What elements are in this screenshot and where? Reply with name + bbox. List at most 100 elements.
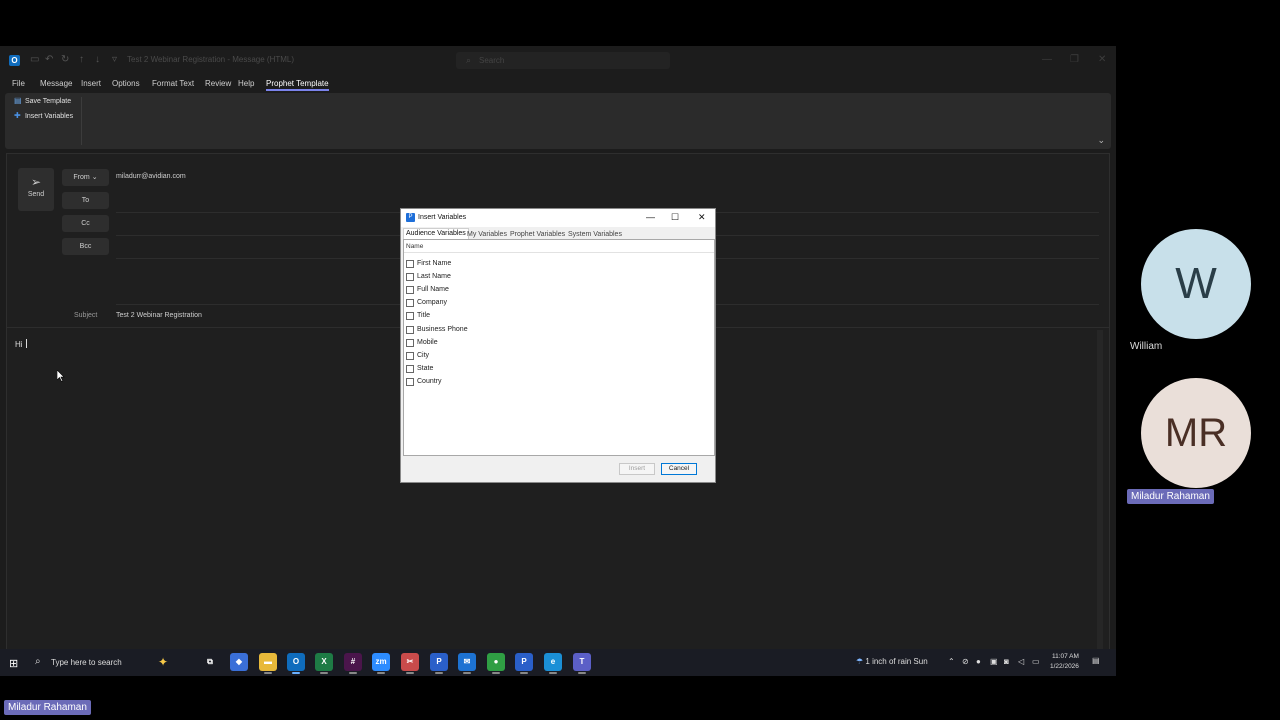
ribbon-collapse-icon[interactable]: ⌄	[1097, 135, 1105, 146]
menu-options[interactable]: Options	[112, 79, 140, 88]
save-template-icon: ▤	[14, 96, 22, 105]
notifications-icon[interactable]: ▤	[1092, 656, 1100, 665]
menu-review[interactable]: Review	[205, 79, 231, 88]
zoom-icon[interactable]: zm	[372, 653, 390, 674]
windows-start-icon[interactable]: ⊞	[9, 657, 18, 670]
scrollbar[interactable]	[1097, 330, 1103, 674]
checkbox[interactable]	[406, 325, 414, 334]
list-item[interactable]: Full Name	[406, 281, 449, 294]
save-icon[interactable]: ▭	[30, 54, 39, 65]
minimize-icon[interactable]: —	[1042, 54, 1052, 65]
close-icon[interactable]: ✕	[1098, 54, 1106, 65]
clock-date: 1/22/2026	[1050, 663, 1079, 670]
redo-icon[interactable]: ↻	[61, 54, 69, 65]
taskbar-search[interactable]: ⌕ Type here to search ✦	[30, 652, 188, 673]
participant-name-speaking: Miladur Rahaman	[1127, 489, 1214, 504]
rain-icon: ☂	[856, 657, 864, 666]
list-item[interactable]: State	[406, 360, 433, 373]
camera-icon[interactable]: ◙	[1004, 657, 1009, 666]
from-button[interactable]: From ⌄	[62, 169, 109, 186]
insert-variables-button[interactable]: ✚ Insert Variables	[14, 111, 73, 120]
search-placeholder: Search	[479, 56, 505, 65]
list-item[interactable]: Title	[406, 307, 430, 320]
checkbox[interactable]	[406, 298, 414, 307]
tab-audience-variables[interactable]: Audience Variables	[403, 228, 469, 239]
insert-variables-dialog: P Insert Variables — ☐ ✕ Audience Variab…	[400, 208, 716, 483]
from-label: From	[73, 174, 90, 181]
menu-prophet-template[interactable]: Prophet Template	[266, 79, 329, 91]
list-item[interactable]: Country	[406, 373, 442, 386]
dialog-maximize-icon[interactable]: ☐	[671, 212, 679, 223]
chevron-up-icon[interactable]: ⌃	[948, 657, 955, 666]
dialog-minimize-icon[interactable]: —	[646, 212, 655, 222]
system-clock[interactable]: 11:07 AM 1/22/2026	[1050, 652, 1079, 672]
message-body[interactable]: Hi	[15, 339, 27, 349]
checkbox[interactable]	[406, 377, 414, 386]
list-item[interactable]: Last Name	[406, 268, 451, 281]
menu-file[interactable]: File	[12, 79, 25, 88]
tab-my-variables[interactable]: My Variables	[465, 230, 509, 239]
list-item[interactable]: Mobile	[406, 334, 438, 347]
cc-button[interactable]: Cc	[62, 215, 109, 232]
to-button[interactable]: To	[62, 192, 109, 209]
microphone-icon[interactable]: ●	[976, 657, 981, 666]
save-template-button[interactable]: ▤ Save Template	[14, 96, 71, 105]
ribbon: ▤ Save Template ✚ Insert Variables ⌄	[5, 93, 1111, 149]
mouse-cursor-icon	[57, 370, 65, 382]
volume-icon[interactable]: ◁	[1018, 657, 1024, 666]
menu-format-text[interactable]: Format Text	[152, 79, 194, 88]
slack-icon[interactable]: #	[344, 653, 362, 674]
chrome-icon[interactable]: ●	[487, 653, 505, 674]
checkbox[interactable]	[406, 285, 414, 294]
insert-button[interactable]: Insert	[619, 463, 655, 475]
list-item[interactable]: First Name	[406, 255, 451, 268]
checkbox[interactable]	[406, 259, 414, 268]
excel-icon[interactable]: X	[315, 653, 333, 674]
list-item[interactable]: City	[406, 347, 429, 360]
checkbox[interactable]	[406, 351, 414, 360]
send-label: Send	[27, 191, 45, 198]
task-view-icon[interactable]: ⧉	[201, 653, 219, 671]
send-button[interactable]: ➢ Send	[18, 168, 54, 211]
list-item[interactable]: Business Phone	[406, 321, 468, 334]
undo-icon[interactable]: ↶	[45, 54, 53, 65]
menu-insert[interactable]: Insert	[81, 79, 101, 88]
menu-help[interactable]: Help	[238, 79, 254, 88]
weather-widget[interactable]: ☂ 1 inch of rain Sun	[856, 657, 928, 666]
keyboard-icon[interactable]: ▭	[1032, 657, 1040, 666]
customize-icon[interactable]: ▿	[112, 54, 117, 65]
up-icon[interactable]: ↑	[79, 54, 84, 65]
prophet-app-2-icon[interactable]: P	[515, 653, 533, 674]
outlook-new-icon[interactable]: ✉	[458, 653, 476, 674]
checkbox[interactable]	[406, 364, 414, 373]
subject-field[interactable]: Test 2 Webinar Registration	[116, 312, 202, 319]
list-item[interactable]: Company	[406, 294, 447, 307]
teams-icon[interactable]: T	[573, 653, 591, 674]
file-explorer-icon[interactable]: ▬	[259, 653, 277, 674]
checkbox[interactable]	[406, 311, 414, 320]
restore-icon[interactable]: ❐	[1070, 54, 1079, 65]
down-icon[interactable]: ↓	[95, 54, 100, 65]
cancel-button[interactable]: Cancel	[661, 463, 697, 475]
bcc-button[interactable]: Bcc	[62, 238, 109, 255]
prophet-app-icon[interactable]: P	[430, 653, 448, 674]
outlook-icon[interactable]: O	[287, 653, 305, 674]
security-icon[interactable]: ⊘	[962, 657, 969, 666]
variables-list[interactable]: Name First Name Last Name Full Name Comp…	[403, 239, 715, 456]
insert-variables-label: Insert Variables	[24, 113, 74, 120]
checkbox[interactable]	[406, 338, 414, 347]
tab-prophet-variables[interactable]: Prophet Variables	[508, 230, 567, 239]
clock-time: 11:07 AM	[1051, 653, 1079, 660]
copilot-icon[interactable]: ◆	[230, 653, 248, 671]
menu-message[interactable]: Message	[40, 79, 72, 88]
subject-label: Subject	[74, 312, 98, 319]
edge-icon[interactable]: e	[544, 653, 562, 674]
dialog-close-icon[interactable]: ✕	[698, 212, 706, 223]
meet-icon[interactable]: ▣	[990, 657, 998, 666]
ribbon-separator	[81, 97, 82, 145]
search-input[interactable]: ⌕ Search	[456, 52, 670, 69]
tab-system-variables[interactable]: System Variables	[566, 230, 624, 239]
checkbox[interactable]	[406, 272, 414, 281]
snipping-tool-icon[interactable]: ✂	[401, 653, 419, 674]
outlook-app-icon: O	[9, 55, 20, 66]
